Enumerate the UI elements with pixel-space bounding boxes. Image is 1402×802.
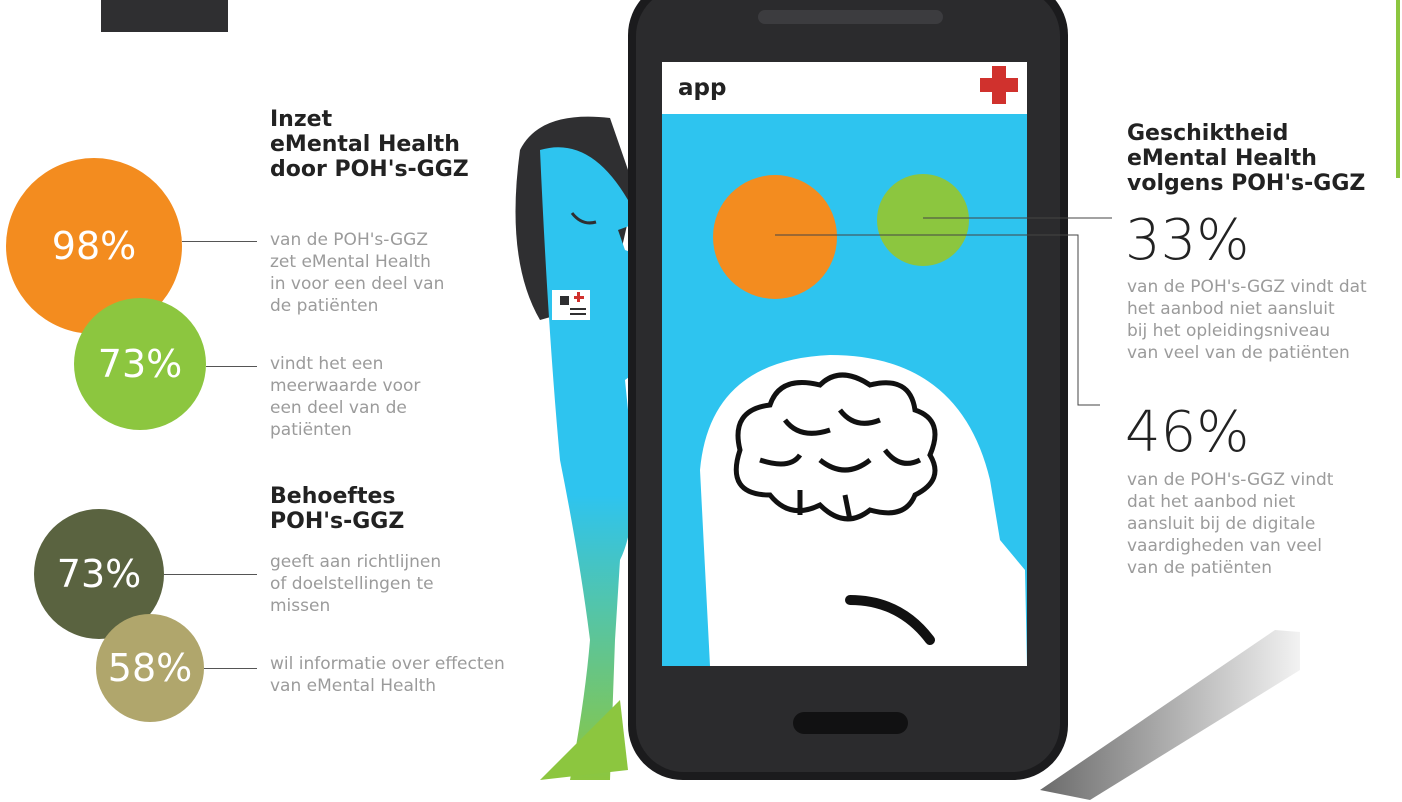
desc-line: vindt het een — [270, 354, 384, 374]
connector-line — [182, 241, 257, 242]
header-bar — [101, 0, 228, 32]
desc-line: van veel van de patiënten — [1127, 343, 1350, 363]
stat-33-desc: van de POH's-GGZ vindt dat het aanbod ni… — [1127, 276, 1367, 364]
stat-73-circle: 73% — [74, 298, 206, 430]
desc-line: van de POH's-GGZ vindt — [1127, 470, 1334, 490]
section1-title-line: door POH's-GGZ — [270, 157, 469, 182]
desc-line: patiënten — [270, 420, 352, 440]
stat-value: 73% — [97, 342, 183, 386]
accent-line — [1396, 0, 1400, 178]
right-title-line: volgens POH's-GGZ — [1127, 171, 1366, 196]
section1-title-line: Inzet — [270, 107, 333, 132]
desc-line: van de POH's-GGZ — [270, 230, 429, 250]
desc-line: een deel van de — [270, 398, 407, 418]
desc-line: de patiënten — [270, 296, 379, 316]
desc-line: van de POH's-GGZ vindt dat — [1127, 277, 1367, 297]
app-label: app — [678, 75, 727, 101]
stat-value: 58% — [107, 646, 193, 690]
desc-line: van eMental Health — [270, 676, 437, 696]
desc-line: geeft aan richtlijnen — [270, 552, 442, 572]
right-title-line: Geschiktheid — [1127, 121, 1289, 146]
stat-58-desc: wil informatie over effecten van eMental… — [270, 653, 505, 697]
right-title: Geschiktheid eMental Health volgens POH'… — [1127, 121, 1365, 196]
phone-shadow — [1040, 630, 1300, 800]
desc-line: wil informatie over effecten — [270, 654, 505, 674]
stat-58-circle: 58% — [96, 614, 204, 722]
stat-73-desc: vindt het een meerwaarde voor een deel v… — [270, 353, 420, 441]
stat-46-value: 46% — [1125, 400, 1250, 465]
speaker — [758, 10, 943, 24]
section1-title: Inzet eMental Health door POH's-GGZ — [270, 107, 469, 182]
stat-46-desc: van de POH's-GGZ vindt dat het aanbod ni… — [1127, 469, 1333, 579]
stat-value: 98% — [51, 224, 137, 268]
desc-line: aansluit bij de digitale — [1127, 514, 1316, 534]
stat-73-needs-desc: geeft aan richtlijnen of doelstellingen … — [270, 551, 441, 617]
right-title-line: eMental Health — [1127, 146, 1317, 171]
orange-circle — [713, 175, 837, 299]
desc-line: in voor een deel van — [270, 274, 445, 294]
stat-value: 73% — [56, 552, 142, 596]
section2-title-line: POH's-GGZ — [270, 509, 405, 534]
badge — [552, 290, 590, 320]
section1-title-line: eMental Health — [270, 132, 460, 157]
connector-line — [164, 574, 257, 575]
desc-line: van de patiënten — [1127, 558, 1273, 578]
connector-line — [204, 668, 257, 669]
green-circle — [877, 174, 969, 266]
desc-line: dat het aanbod niet — [1127, 492, 1296, 512]
desc-line: meerwaarde voor — [270, 376, 421, 396]
desc-line: zet eMental Health — [270, 252, 431, 272]
stat-98-desc: van de POH's-GGZ zet eMental Health in v… — [270, 229, 444, 317]
section2-title: Behoeftes POH's-GGZ — [270, 484, 404, 534]
section2-title-line: Behoeftes — [270, 484, 396, 509]
stat-33-value: 33% — [1125, 208, 1250, 273]
desc-line: vaardigheden van veel — [1127, 536, 1322, 556]
home-button — [793, 712, 908, 734]
desc-line: missen — [270, 596, 331, 616]
desc-line: het aanbod niet aansluit — [1127, 299, 1335, 319]
desc-line: of doelstellingen te — [270, 574, 434, 594]
connector-line — [206, 366, 257, 367]
desc-line: bij het opleidingsniveau — [1127, 321, 1331, 341]
